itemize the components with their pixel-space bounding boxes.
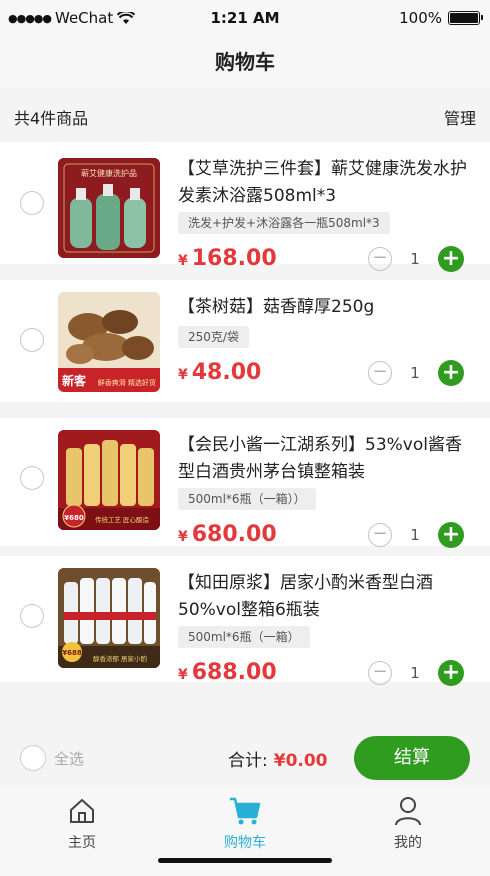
currency-symbol: ¥ — [178, 667, 188, 683]
product-title[interactable]: 【知田原浆】居家小酌米香型白酒50%vol整箱6瓶装 — [178, 570, 478, 624]
quantity-stepper: − 1 + — [368, 246, 464, 272]
status-bar: ●●●●● WeChat 1:21 AM 100% — [0, 0, 490, 36]
product-spec[interactable]: 洗发+护发+沐浴露各一瓶508ml*3 — [178, 212, 390, 234]
manage-button[interactable]: 管理 — [444, 105, 476, 129]
decrease-button[interactable]: − — [368, 661, 392, 685]
item-select-radio[interactable] — [20, 191, 44, 215]
item-count: 共4件商品 — [14, 109, 89, 128]
tab-home-label: 主页 — [68, 835, 96, 851]
currency-symbol: ¥ — [178, 367, 188, 383]
cart-item: 新客 鲜香爽滑 精选好货 【茶树菇】菇香醇厚250g 250克/袋 ¥48.00… — [0, 280, 490, 402]
increase-button[interactable]: + — [438, 522, 464, 548]
price-value: 48.00 — [191, 360, 262, 385]
cart-item: ¥688 醇香浓郁 居家小酌 【知田原浆】居家小酌米香型白酒50%vol整箱6瓶… — [0, 556, 490, 686]
product-price: ¥680.00 — [178, 522, 277, 547]
decrease-button[interactable]: − — [368, 523, 392, 547]
user-icon — [395, 797, 421, 826]
quantity-value: 1 — [410, 526, 420, 544]
battery-percent: 100% — [399, 9, 442, 27]
total-summary: 合计: ¥0.00 — [228, 746, 328, 771]
tab-cart[interactable]: 购物车 — [195, 794, 295, 852]
cart-summary-bar: 共4件商品 管理 — [0, 88, 490, 140]
product-title[interactable]: 【茶树菇】菇香醇厚250g — [178, 294, 478, 321]
total-amount: ¥0.00 — [273, 751, 328, 771]
product-image-caption: 鲜香爽滑 精选好货 — [98, 378, 156, 387]
battery-icon — [448, 11, 483, 25]
product-image[interactable]: 新客 鲜香爽滑 精选好货 — [58, 292, 160, 392]
quantity-value: 1 — [410, 250, 420, 268]
item-select-radio[interactable] — [20, 328, 44, 352]
cart-icon — [230, 797, 261, 825]
product-image-label: ¥688 — [62, 649, 82, 657]
price-value: 688.00 — [191, 660, 277, 685]
price-value: 168.00 — [191, 246, 277, 271]
select-all-label[interactable]: 全选 — [54, 748, 84, 769]
quantity-value: 1 — [410, 364, 420, 382]
product-spec[interactable]: 500ml*6瓶（一箱）） — [178, 488, 316, 510]
product-price: ¥168.00 — [178, 246, 277, 271]
product-image[interactable]: ¥680 传统工艺 匠心酿造 — [58, 430, 160, 530]
item-select-radio[interactable] — [20, 604, 44, 628]
price-value: 680.00 — [191, 522, 277, 547]
decrease-button[interactable]: − — [368, 247, 392, 271]
tab-cart-label: 购物车 — [224, 835, 266, 851]
product-spec[interactable]: 250克/袋 — [178, 326, 249, 348]
cart-item: ¥680 传统工艺 匠心酿造 【会民小酱一江湖系列】53%vol酱香型白酒贵州茅… — [0, 418, 490, 548]
tab-profile[interactable]: 我的 — [358, 794, 458, 852]
quantity-stepper: − 1 + — [368, 660, 464, 686]
product-image-caption: 传统工艺 匠心酿造 — [95, 515, 150, 524]
total-label: 合计: — [228, 751, 268, 771]
quantity-stepper: − 1 + — [368, 522, 464, 548]
product-image-label: 新客 — [62, 373, 87, 388]
quantity-stepper: − 1 + — [368, 360, 464, 386]
home-icon — [70, 799, 94, 823]
increase-button[interactable]: + — [438, 360, 464, 386]
select-all-radio[interactable] — [20, 745, 46, 771]
item-select-radio[interactable] — [20, 466, 44, 490]
decrease-button[interactable]: − — [368, 361, 392, 385]
product-image[interactable]: 蕲艾健康洗护品 — [58, 158, 160, 258]
home-indicator — [158, 858, 332, 863]
product-image-label: 蕲艾健康洗护品 — [81, 168, 137, 178]
tab-home[interactable]: 主页 — [32, 794, 132, 852]
cart-item: 蕲艾健康洗护品 【艾草洗护三件套】蕲艾健康洗发水护发素沐浴露508ml*3 洗发… — [0, 142, 490, 272]
increase-button[interactable]: + — [438, 246, 464, 272]
checkout-bar: 全选 合计: ¥0.00 结算 — [0, 730, 490, 786]
tab-profile-label: 我的 — [394, 835, 422, 851]
battery-group: 100% — [399, 9, 483, 27]
product-spec[interactable]: 500ml*6瓶（一箱） — [178, 626, 310, 648]
quantity-value: 1 — [410, 664, 420, 682]
product-image-caption: 醇香浓郁 居家小酌 — [93, 654, 148, 663]
product-price: ¥48.00 — [178, 360, 261, 385]
product-image-label: ¥680 — [64, 514, 84, 522]
product-image[interactable]: ¥688 醇香浓郁 居家小酌 — [58, 568, 160, 668]
page-title: 购物车 — [0, 36, 490, 88]
currency-symbol: ¥ — [178, 253, 188, 269]
increase-button[interactable]: + — [438, 660, 464, 686]
product-title[interactable]: 【会民小酱一江湖系列】53%vol酱香型白酒贵州茅台镇整箱装 — [178, 432, 478, 486]
currency-symbol: ¥ — [178, 529, 188, 545]
product-price: ¥688.00 — [178, 660, 277, 685]
product-title[interactable]: 【艾草洗护三件套】蕲艾健康洗发水护发素沐浴露508ml*3 — [178, 156, 478, 210]
checkout-button[interactable]: 结算 — [354, 736, 470, 780]
